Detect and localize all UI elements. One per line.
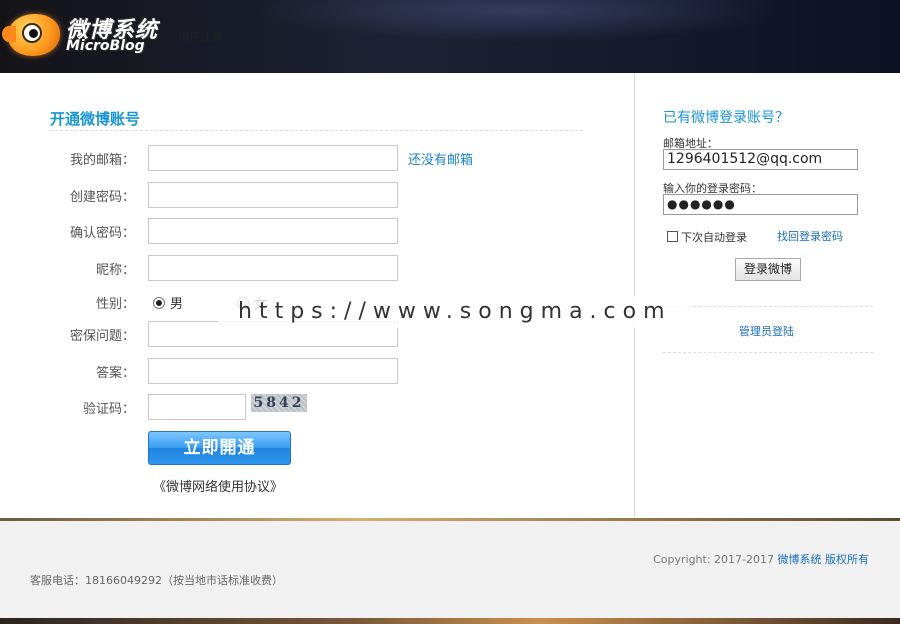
gender-male-option[interactable]: 男 [153, 293, 183, 312]
watermark-overlay: https://www.songma.com [218, 296, 692, 328]
logo-text-en: MicroBlog [66, 38, 145, 54]
gender-label: 性别： [95, 297, 135, 312]
password-input[interactable] [148, 182, 398, 208]
password-label: 创建密码： [69, 190, 135, 205]
register-submit-button[interactable]: 立即開通 [148, 431, 291, 465]
top-header: 微博系统 MicroBlog 用户注册 [0, 0, 900, 73]
agreement-link[interactable]: 《微博网络使用协议》 [153, 476, 283, 495]
forgot-password-link[interactable]: 找回登录密码 [777, 228, 843, 244]
email-row: 我的邮箱： 还没有邮箱 [0, 145, 600, 171]
title-divider [50, 130, 583, 131]
remember-checkbox[interactable] [667, 231, 678, 242]
page-subtitle: 用户注册 [178, 30, 222, 43]
site-logo[interactable]: 微博系统 MicroBlog [2, 8, 168, 64]
fish-logo-icon [2, 14, 60, 56]
male-label: 男 [170, 297, 184, 312]
captcha-input[interactable] [148, 394, 246, 420]
captcha-label: 验证码： [82, 402, 135, 417]
answer-label: 答案： [95, 366, 135, 381]
email-label: 我的邮箱： [69, 153, 135, 168]
password-row: 创建密码： [0, 182, 600, 208]
confirm-password-input[interactable] [148, 218, 398, 244]
confirm-password-label: 确认密码： [69, 226, 135, 241]
email-input[interactable] [148, 145, 398, 171]
login-divider-top [663, 306, 873, 307]
remember-label: 下次自动登录 [681, 231, 747, 244]
copyright-text: Copyright: 2017-2017 微博系统 版权所有 [653, 551, 869, 567]
captcha-image[interactable]: 5842 [251, 394, 307, 412]
login-password-input[interactable]: ●●●●●● [663, 194, 858, 215]
bottom-decorative-band [0, 618, 900, 624]
confirm-password-row: 确认密码： [0, 218, 600, 244]
captcha-row: 验证码： 5842 [0, 394, 600, 420]
no-email-link[interactable]: 还没有邮箱 [408, 149, 473, 168]
answer-input[interactable] [148, 358, 398, 384]
security-question-label: 密保问题： [69, 329, 135, 344]
register-title: 开通微博账号 [50, 110, 141, 128]
login-email-input[interactable]: 1296401512@qq.com [663, 149, 858, 170]
copyright-brand: 微博系统 版权所有 [777, 553, 870, 566]
nickname-label: 昵称： [95, 263, 135, 278]
nickname-input[interactable] [148, 255, 398, 281]
nickname-row: 昵称： [0, 255, 600, 281]
remember-me-row[interactable]: 下次自动登录 [667, 229, 747, 245]
login-divider-bottom [663, 352, 873, 353]
footer: Copyright: 2017-2017 微博系统 版权所有 客服电话：1816… [0, 521, 900, 618]
admin-login-link[interactable]: 管理员登陆 [739, 323, 794, 339]
male-radio[interactable] [153, 297, 165, 309]
answer-row: 答案： [0, 358, 600, 384]
service-phone: 客服电话：18166049292（按当地市话标准收费） [30, 574, 283, 587]
copyright-prefix: Copyright: 2017-2017 [653, 553, 778, 566]
login-title: 已有微博登录账号？ [663, 110, 789, 126]
login-button[interactable]: 登录微博 [735, 258, 801, 281]
